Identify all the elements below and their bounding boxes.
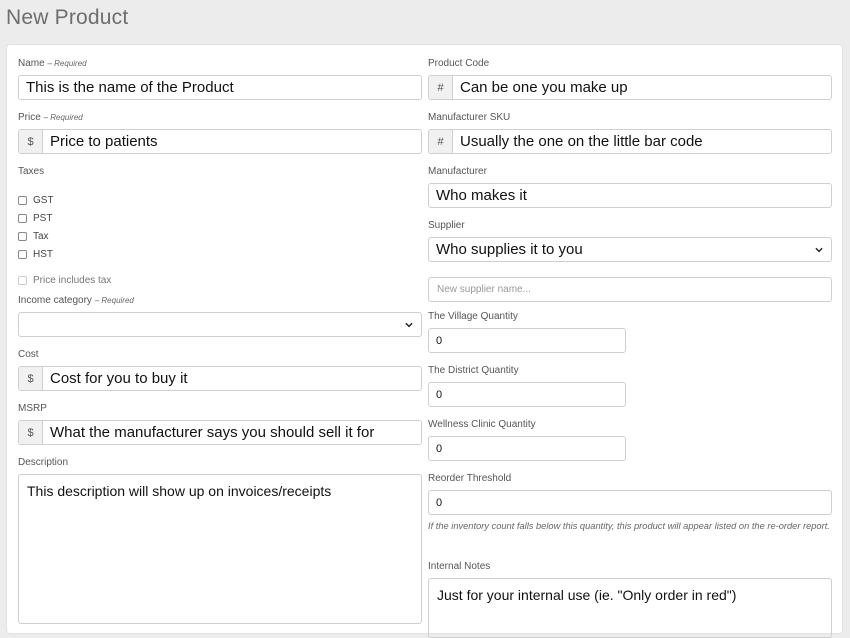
product-code-input[interactable]: # Can be one you make up — [428, 75, 832, 100]
reorder-threshold-input[interactable]: 0 — [428, 490, 832, 515]
manufacturer-sku-field: Manufacturer SKU # Usually the one on th… — [428, 111, 832, 154]
manufacturer-value: Who makes it — [436, 187, 527, 204]
cost-label: Cost — [18, 349, 39, 360]
price-label: Price — [18, 112, 41, 123]
reorder-help-text: If the inventory count falls below this … — [428, 521, 830, 531]
reorder-threshold-value: 0 — [436, 496, 443, 509]
msrp-input[interactable]: $ What the manufacturer says you should … — [18, 420, 422, 445]
wellness-quantity-input[interactable]: 0 — [428, 436, 626, 461]
tax-option-tax[interactable]: Tax — [18, 227, 422, 245]
dollar-addon: $ — [19, 421, 43, 444]
price-field: Price – Required $ Price to patients — [18, 111, 422, 154]
manufacturer-field: Manufacturer Who makes it — [428, 165, 832, 208]
village-quantity-value: 0 — [436, 334, 443, 347]
tax-option-hst[interactable]: HST — [18, 245, 422, 263]
income-category-label: Income category — [18, 295, 92, 306]
supplier-label: Supplier — [428, 220, 465, 231]
wellness-quantity-field: Wellness Clinic Quantity 0 — [428, 418, 832, 461]
dollar-addon: $ — [19, 367, 43, 390]
chevron-down-icon — [405, 321, 413, 329]
msrp-value: What the manufacturer says you should se… — [50, 424, 375, 441]
page-title: New Product — [6, 6, 129, 29]
name-label: Name — [18, 58, 45, 69]
income-category-select[interactable] — [18, 312, 422, 337]
hash-addon: # — [429, 76, 453, 99]
checkbox-icon[interactable] — [18, 231, 27, 241]
district-quantity-field: The District Quantity 0 — [428, 364, 832, 407]
checkbox-icon[interactable] — [18, 195, 27, 205]
product-code-field: Product Code # Can be one you make up — [428, 57, 832, 100]
checkbox-icon[interactable] — [18, 275, 27, 285]
cost-field: Cost $ Cost for you to buy it — [18, 348, 422, 391]
manufacturer-label: Manufacturer — [428, 166, 487, 177]
checkbox-icon[interactable] — [18, 249, 27, 259]
checkbox-icon[interactable] — [18, 213, 27, 223]
district-quantity-value: 0 — [436, 388, 443, 401]
price-includes-tax-option[interactable]: Price includes tax — [18, 271, 422, 289]
manufacturer-sku-label: Manufacturer SKU — [428, 112, 511, 123]
description-field: Description This description will show u… — [18, 456, 422, 624]
description-value: This description will show up on invoice… — [27, 483, 332, 499]
chevron-down-icon — [815, 246, 823, 254]
tax-option-pst[interactable]: PST — [18, 209, 422, 227]
supplier-select[interactable]: Who supplies it to you — [428, 237, 832, 262]
name-input[interactable]: This is the name of the Product — [18, 75, 422, 100]
required-note: – Required — [47, 59, 87, 68]
internal-notes-value: Just for your internal use (ie. "Only or… — [437, 587, 737, 603]
internal-notes-label: Internal Notes — [428, 561, 491, 572]
village-quantity-label: The Village Quantity — [428, 311, 518, 322]
msrp-label: MSRP — [18, 403, 47, 414]
name-field: Name – Required This is the name of the … — [18, 57, 422, 100]
taxes-field: Taxes GST PST Tax HST Price includes tax — [18, 165, 422, 289]
dollar-addon: $ — [19, 130, 43, 153]
manufacturer-sku-value: Usually the one on the little bar code — [460, 133, 703, 150]
description-textarea[interactable]: This description will show up on invoice… — [18, 474, 422, 624]
income-category-field: Income category – Required — [18, 294, 422, 337]
district-quantity-label: The District Quantity — [428, 365, 519, 376]
village-quantity-input[interactable]: 0 — [428, 328, 626, 353]
wellness-quantity-value: 0 — [436, 442, 443, 455]
new-supplier-input[interactable]: New supplier name... — [428, 277, 832, 302]
reorder-threshold-field: Reorder Threshold 0 If the inventory cou… — [428, 472, 832, 533]
tax-option-gst[interactable]: GST — [18, 191, 422, 209]
product-form: Name – Required This is the name of the … — [6, 44, 843, 638]
internal-notes-field: Internal Notes Just for your internal us… — [428, 560, 832, 638]
internal-notes-textarea[interactable]: Just for your internal use (ie. "Only or… — [428, 578, 832, 638]
name-value: This is the name of the Product — [26, 79, 234, 96]
taxes-label: Taxes — [18, 166, 45, 177]
price-input[interactable]: $ Price to patients — [18, 129, 422, 154]
supplier-field: Supplier Who supplies it to you — [428, 219, 832, 262]
district-quantity-input[interactable]: 0 — [428, 382, 626, 407]
description-label: Description — [18, 457, 69, 468]
cost-value: Cost for you to buy it — [50, 370, 188, 387]
price-value: Price to patients — [50, 133, 158, 150]
cost-input[interactable]: $ Cost for you to buy it — [18, 366, 422, 391]
required-note: – Required — [94, 296, 134, 305]
required-note: – Required — [43, 113, 83, 122]
new-supplier-field: New supplier name... — [428, 273, 832, 302]
reorder-threshold-label: Reorder Threshold — [428, 473, 512, 484]
manufacturer-input[interactable]: Who makes it — [428, 183, 832, 208]
manufacturer-sku-input[interactable]: # Usually the one on the little bar code — [428, 129, 832, 154]
hash-addon: # — [429, 130, 453, 153]
new-supplier-placeholder: New supplier name... — [437, 284, 531, 295]
supplier-value: Who supplies it to you — [436, 241, 583, 258]
msrp-field: MSRP $ What the manufacturer says you sh… — [18, 402, 422, 445]
village-quantity-field: The Village Quantity 0 — [428, 310, 832, 353]
product-code-value: Can be one you make up — [460, 79, 628, 96]
wellness-quantity-label: Wellness Clinic Quantity — [428, 419, 536, 430]
product-code-label: Product Code — [428, 58, 490, 69]
